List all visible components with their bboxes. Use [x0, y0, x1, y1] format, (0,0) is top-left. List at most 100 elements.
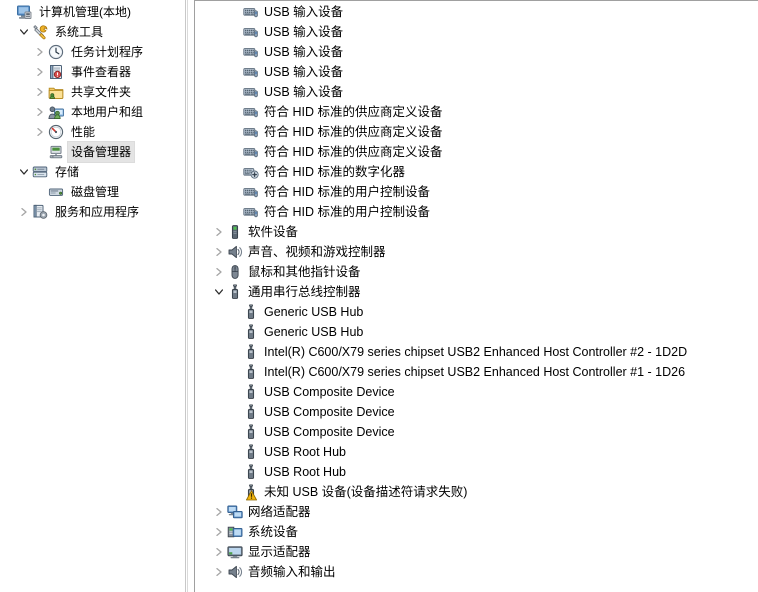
sidebar-item-5[interactable]: 本地用户和组	[0, 102, 184, 122]
network-adapter-icon	[227, 504, 243, 520]
usb-hub-icon	[243, 464, 259, 480]
device-row[interactable]: 未知 USB 设备(设备描述符请求失败)	[195, 482, 758, 502]
device-row[interactable]: 符合 HID 标准的用户控制设备	[195, 202, 758, 222]
chevron-right-icon[interactable]	[211, 522, 227, 542]
sidebar-item-8[interactable]: 存储	[0, 162, 184, 182]
sidebar-item-0[interactable]: 计算机管理(本地)	[0, 2, 184, 22]
chevron-right-icon[interactable]	[211, 242, 227, 262]
device-row[interactable]: 网络适配器	[195, 502, 758, 522]
sidebar-item-label: 本地用户和组	[71, 105, 144, 119]
chevron-right-icon[interactable]	[211, 502, 227, 522]
sidebar-item-6[interactable]: 性能	[0, 122, 184, 142]
local-users-groups-icon	[48, 104, 64, 120]
device-row[interactable]: 显示适配器	[195, 542, 758, 562]
device-label: USB 输入设备	[264, 5, 344, 19]
device-label: USB 输入设备	[264, 45, 344, 59]
device-row[interactable]: 符合 HID 标准的供应商定义设备	[195, 102, 758, 122]
sidebar-item-label: 设备管理器	[66, 141, 136, 163]
device-row[interactable]: USB Composite Device	[195, 422, 758, 442]
chevron-down-icon[interactable]	[211, 282, 227, 302]
hid-device-icon	[243, 84, 259, 100]
device-label: Generic USB Hub	[264, 325, 364, 339]
audio-io-icon	[227, 564, 243, 580]
device-row[interactable]: 符合 HID 标准的供应商定义设备	[195, 122, 758, 142]
device-label: 符合 HID 标准的数字化器	[264, 165, 405, 179]
sidebar-item-9[interactable]: 磁盘管理	[0, 182, 184, 202]
chevron-right-icon[interactable]	[211, 542, 227, 562]
device-label: 声音、视频和游戏控制器	[248, 245, 386, 259]
device-label: USB Root Hub	[264, 465, 346, 479]
chevron-right-icon[interactable]	[211, 262, 227, 282]
services-applications-icon	[32, 204, 48, 220]
chevron-down-icon[interactable]	[16, 162, 32, 182]
device-row[interactable]: 软件设备	[195, 222, 758, 242]
chevron-down-icon[interactable]	[16, 22, 32, 42]
sidebar-item-1[interactable]: 系统工具	[0, 22, 184, 42]
device-label: 符合 HID 标准的供应商定义设备	[264, 105, 443, 119]
chevron-right-icon[interactable]	[211, 562, 227, 582]
device-row[interactable]: USB 输入设备	[195, 22, 758, 42]
device-row[interactable]: 符合 HID 标准的数字化器	[195, 162, 758, 182]
chevron-right-icon[interactable]	[32, 102, 48, 122]
device-label: USB Composite Device	[264, 405, 395, 419]
mouse-icon	[227, 264, 243, 280]
device-label: Intel(R) C600/X79 series chipset USB2 En…	[264, 365, 686, 379]
pane-splitter[interactable]	[184, 0, 194, 592]
chevron-right-icon[interactable]	[32, 122, 48, 142]
chevron-right-icon[interactable]	[16, 202, 32, 222]
chevron-right-icon[interactable]	[211, 222, 227, 242]
usb-hub-icon	[243, 444, 259, 460]
system-device-icon	[227, 524, 243, 540]
hid-device-icon	[243, 204, 259, 220]
sidebar-item-10[interactable]: 服务和应用程序	[0, 202, 184, 222]
hid-device-icon	[243, 144, 259, 160]
device-row[interactable]: USB Root Hub	[195, 442, 758, 462]
sidebar-item-label: 存储	[55, 165, 80, 179]
chevron-right-icon[interactable]	[32, 62, 48, 82]
device-row[interactable]: 音频输入和输出	[195, 562, 758, 582]
chevron-right-icon[interactable]	[32, 82, 48, 102]
sidebar-item-2[interactable]: 任务计划程序	[0, 42, 184, 62]
device-row[interactable]: 符合 HID 标准的供应商定义设备	[195, 142, 758, 162]
device-manager-pane[interactable]: USB 输入设备 USB 输入设备 USB 输入设备 USB 输入设备 USB 输入设备…	[194, 0, 758, 592]
device-row[interactable]: 声音、视频和游戏控制器	[195, 242, 758, 262]
sidebar-item-label: 任务计划程序	[71, 45, 144, 59]
device-row[interactable]: 鼠标和其他指针设备	[195, 262, 758, 282]
console-tree-pane[interactable]: 计算机管理(本地) 系统工具任务计划程序事件查看器共享文件夹本地用户和组性能 设备管…	[0, 0, 184, 592]
device-row[interactable]: USB 输入设备	[195, 62, 758, 82]
device-row[interactable]: 系统设备	[195, 522, 758, 542]
device-row[interactable]: USB 输入设备	[195, 2, 758, 22]
device-row[interactable]: 通用串行总线控制器	[195, 282, 758, 302]
device-tree[interactable]: USB 输入设备 USB 输入设备 USB 输入设备 USB 输入设备 USB 输入设备…	[195, 1, 758, 582]
device-row[interactable]: USB Root Hub	[195, 462, 758, 482]
usb-hub-icon	[243, 484, 259, 501]
device-row[interactable]: 符合 HID 标准的用户控制设备	[195, 182, 758, 202]
system-tools-icon	[32, 24, 48, 40]
sidebar-item-label: 共享文件夹	[71, 85, 132, 99]
sound-video-game-icon	[227, 244, 243, 260]
device-row[interactable]: USB 输入设备	[195, 82, 758, 102]
device-label: 网络适配器	[248, 505, 311, 519]
sidebar-item-7[interactable]: 设备管理器	[0, 141, 184, 163]
device-row[interactable]: Generic USB Hub	[195, 322, 758, 342]
device-label: 符合 HID 标准的用户控制设备	[264, 185, 430, 199]
device-label: 软件设备	[248, 225, 299, 239]
sidebar-item-4[interactable]: 共享文件夹	[0, 82, 184, 102]
device-row[interactable]: USB 输入设备	[195, 42, 758, 62]
hid-digitizer-icon	[243, 164, 259, 180]
device-row[interactable]: USB Composite Device	[195, 382, 758, 402]
device-row[interactable]: Intel(R) C600/X79 series chipset USB2 En…	[195, 342, 758, 362]
usb-hub-icon	[243, 364, 259, 380]
device-row[interactable]: USB Composite Device	[195, 402, 758, 422]
device-label: USB Composite Device	[264, 425, 395, 439]
sidebar-item-label: 磁盘管理	[71, 185, 120, 199]
device-row[interactable]: Generic USB Hub	[195, 302, 758, 322]
storage-icon	[32, 164, 48, 180]
sidebar-item-3[interactable]: 事件查看器	[0, 62, 184, 82]
hid-device-icon	[243, 4, 259, 20]
device-row[interactable]: Intel(R) C600/X79 series chipset USB2 En…	[195, 362, 758, 382]
hid-device-icon	[243, 44, 259, 60]
chevron-right-icon[interactable]	[32, 42, 48, 62]
